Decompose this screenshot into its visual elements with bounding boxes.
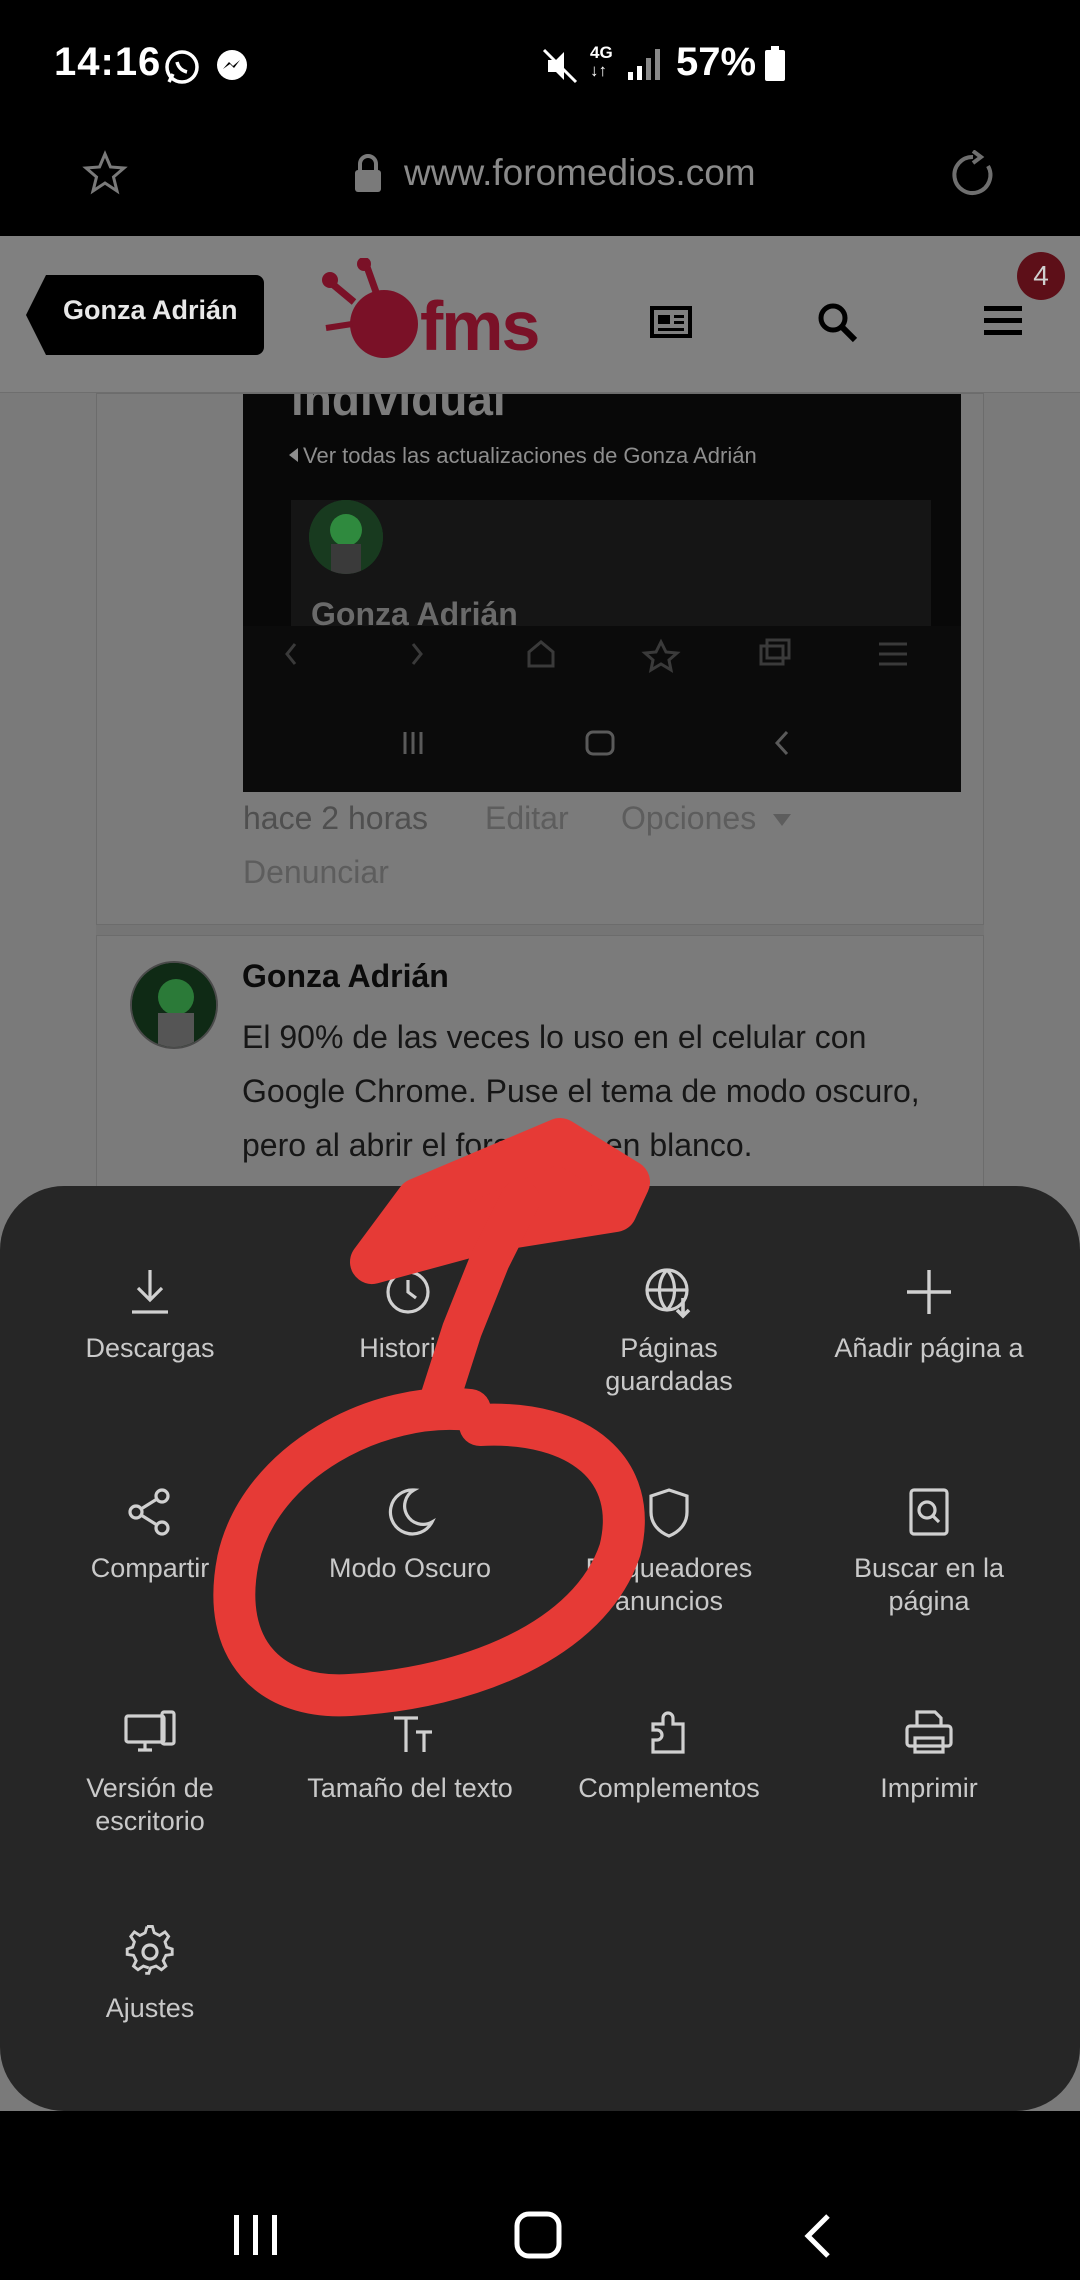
menu-item-print[interactable]: Imprimir xyxy=(799,1702,1059,1805)
download-icon xyxy=(120,1262,180,1322)
saved-pages-icon xyxy=(639,1262,699,1322)
reload-icon[interactable] xyxy=(948,150,998,200)
options-link[interactable]: Opciones xyxy=(621,800,756,837)
menu-item-label: Ajustes xyxy=(105,1993,195,2023)
menu-item-label: Páginas guardadas xyxy=(605,1333,733,1396)
menu-item-label: Imprimir xyxy=(880,1773,978,1803)
back-icon[interactable] xyxy=(800,2213,834,2259)
embed-nav-bar xyxy=(243,626,961,792)
recent-apps-icon[interactable] xyxy=(232,2213,280,2257)
bookmark-star-icon[interactable] xyxy=(82,150,128,196)
menu-item-find-in-page[interactable]: Buscar en la página xyxy=(799,1482,1059,1618)
menu-item-label: Historial xyxy=(359,1333,457,1363)
menu-item-label: Compartir xyxy=(90,1553,210,1583)
menu-item-label: Buscar en la página xyxy=(853,1553,1005,1616)
site-logo-icon[interactable] xyxy=(322,258,432,368)
embed-profile: Gonza Adrián xyxy=(291,500,931,640)
text-size-icon xyxy=(380,1702,440,1762)
post-body: El 90% de las veces lo uso en el celular… xyxy=(242,1010,982,1172)
menu-item-label: Complementos xyxy=(578,1773,760,1803)
menu-item-label: Descargas xyxy=(85,1333,215,1363)
menu-item-label: Añadir página a xyxy=(834,1333,1024,1363)
signal-icon xyxy=(626,46,662,82)
post-body-line: pero al abrir el foro se ve en blanco. xyxy=(242,1127,753,1163)
user-tag-label: Gonza Adrián xyxy=(63,295,238,325)
post-author[interactable]: Gonza Adrián xyxy=(242,958,449,995)
home-icon[interactable] xyxy=(514,2211,562,2259)
whatsapp-icon xyxy=(163,48,201,86)
menu-item-history[interactable]: Historial xyxy=(278,1262,538,1365)
notification-badge[interactable]: 4 xyxy=(1017,252,1065,300)
url-text[interactable]: www.foromedios.com xyxy=(404,152,756,194)
history-icon xyxy=(378,1262,438,1322)
shield-icon xyxy=(639,1482,699,1542)
addons-icon xyxy=(639,1702,699,1762)
system-nav-bar xyxy=(0,2111,1080,2280)
battery-icon xyxy=(764,46,786,82)
menu-item-add-page[interactable]: Añadir página a xyxy=(799,1262,1059,1365)
post-body-line: Google Chrome. Puse el tema de modo oscu… xyxy=(242,1073,920,1109)
post-body-line: El 90% de las veces lo uso en el celular… xyxy=(242,1019,867,1055)
menu-item-text-size[interactable]: Tamaño del texto xyxy=(280,1702,540,1805)
search-icon[interactable] xyxy=(815,300,859,344)
menu-item-downloads[interactable]: Descargas xyxy=(20,1262,280,1365)
moon-icon xyxy=(380,1482,440,1542)
status-time: 14:16 xyxy=(54,40,162,84)
messenger-icon xyxy=(214,48,250,84)
menu-item-label: Versión de escritorio xyxy=(86,1773,214,1836)
mute-vibrate-icon xyxy=(540,46,580,86)
embed-title: individual xyxy=(291,394,506,425)
menu-item-label: Tamaño del texto xyxy=(307,1773,513,1803)
status-bar: 14:16 4G ↓↑ 57% xyxy=(0,0,1080,130)
hamburger-menu-icon[interactable] xyxy=(984,304,1022,338)
menu-item-share[interactable]: Compartir xyxy=(20,1482,280,1585)
gear-icon xyxy=(120,1922,180,1982)
caret-down-icon xyxy=(773,814,791,826)
news-icon[interactable] xyxy=(650,306,692,338)
menu-item-ad-blockers[interactable]: Bloqueadores anuncios xyxy=(539,1482,799,1618)
desktop-icon xyxy=(120,1702,180,1762)
author-avatar[interactable] xyxy=(130,961,218,1049)
browser-url-bar: www.foromedios.com xyxy=(0,130,1080,236)
menu-item-label: Modo Oscuro xyxy=(328,1553,492,1583)
menu-item-settings[interactable]: Ajustes xyxy=(20,1922,280,2025)
print-icon xyxy=(899,1702,959,1762)
add-icon xyxy=(899,1262,959,1322)
share-icon xyxy=(120,1482,180,1542)
menu-item-desktop-version[interactable]: Versión de escritorio xyxy=(20,1702,280,1838)
caret-left-icon xyxy=(289,448,299,462)
lock-icon xyxy=(352,154,384,194)
menu-item-addons[interactable]: Complementos xyxy=(539,1702,799,1805)
menu-item-dark-mode[interactable]: Modo Oscuro xyxy=(280,1482,540,1585)
post-time: hace 2 horas xyxy=(243,800,429,836)
browser-menu-sheet: Descargas Historial Páginas guardadas Aña… xyxy=(0,1186,1080,2111)
edit-link[interactable]: Editar xyxy=(485,800,569,837)
network-type-label: 4G xyxy=(590,43,613,62)
menu-item-label: Bloqueadores anuncios xyxy=(585,1553,753,1616)
site-logo-text: fms xyxy=(420,287,540,365)
embed-avatar xyxy=(309,500,383,574)
embedded-screenshot: individual Ver todas las actualizaciones… xyxy=(243,394,961,792)
site-header: Gonza Adrián fms 4 xyxy=(0,236,1080,393)
menu-item-saved-pages[interactable]: Páginas guardadas xyxy=(539,1262,799,1398)
find-in-page-icon xyxy=(899,1482,959,1542)
post-card: individual Ver todas las actualizaciones… xyxy=(96,393,984,925)
battery-percent: 57% xyxy=(676,40,757,84)
report-link[interactable]: Denunciar xyxy=(243,854,389,891)
network-type-icon: 4G ↓↑ xyxy=(590,43,613,80)
embed-link[interactable]: Ver todas las actualizaciones de Gonza A… xyxy=(303,443,757,469)
